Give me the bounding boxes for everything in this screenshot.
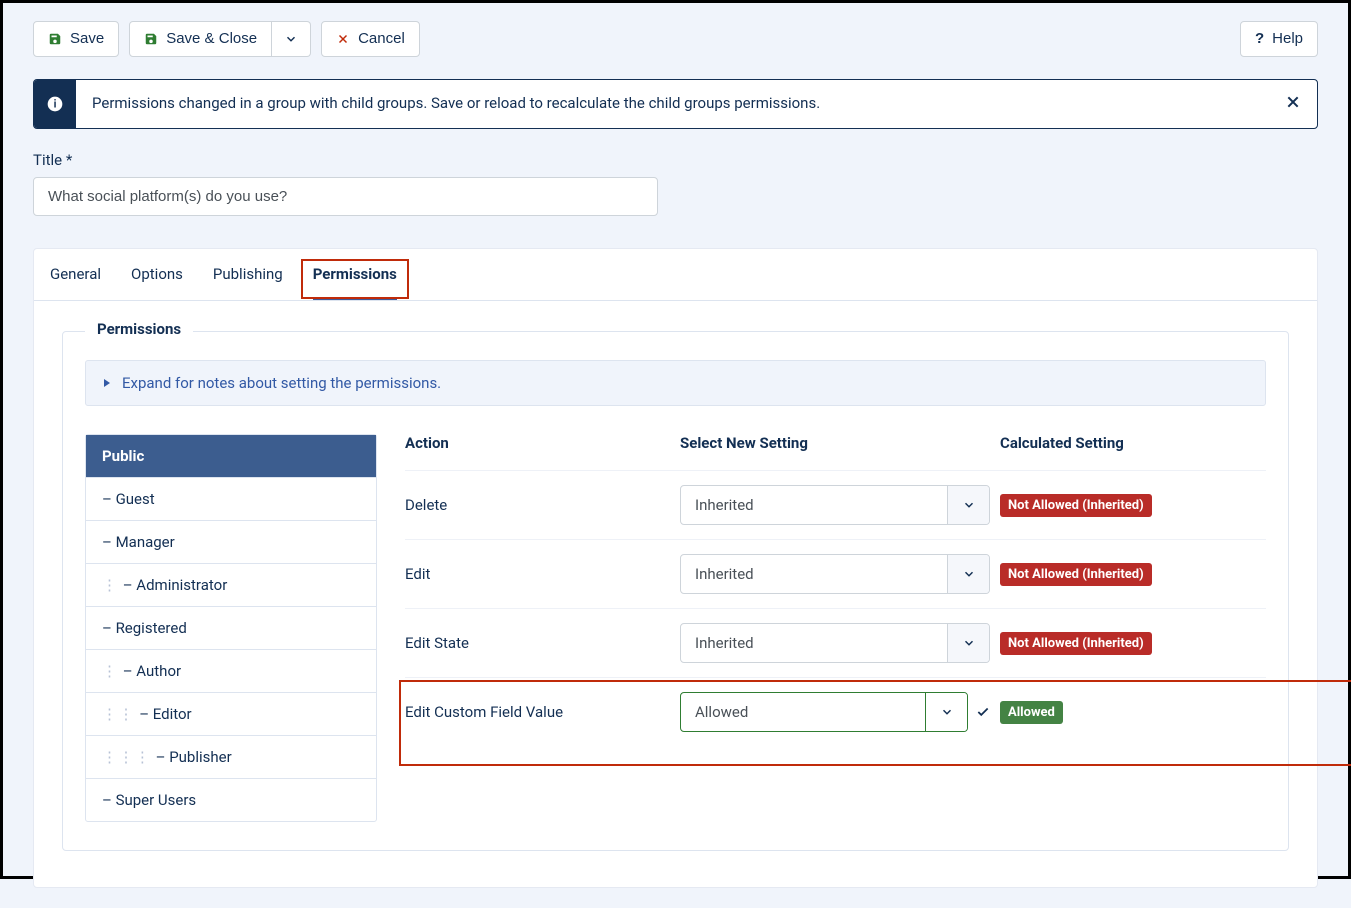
permissions-fieldset: Permissions Expand for notes about setti… bbox=[62, 331, 1289, 851]
col-action: Action bbox=[405, 434, 670, 452]
group-item-administrator[interactable]: ⋮ – Administrator bbox=[86, 563, 376, 606]
group-item-publisher[interactable]: ⋮ ⋮ ⋮ – Publisher bbox=[86, 735, 376, 778]
perm-row-delete: Delete Inherited Not Allowed (Inherited) bbox=[405, 471, 1266, 540]
group-item-super-users[interactable]: – Super Users bbox=[86, 778, 376, 821]
setting-select-edit-state[interactable]: Inherited bbox=[680, 623, 990, 663]
toolbar: Save Save & Close Cancel ? Help bbox=[33, 21, 1318, 57]
alert-text: Permissions changed in a group with chil… bbox=[76, 80, 1269, 128]
perm-row-edit-state: Edit State Inherited Not Allowed (Inheri… bbox=[405, 609, 1266, 678]
setting-select-edit[interactable]: Inherited bbox=[680, 554, 990, 594]
help-icon: ? bbox=[1255, 30, 1264, 48]
perm-row-edit-custom-field-value: Edit Custom Field Value Allowed bbox=[405, 678, 1266, 746]
col-select: Select New Setting bbox=[680, 434, 990, 452]
save-close-dropdown[interactable] bbox=[272, 21, 311, 57]
action-label: Edit State bbox=[405, 634, 670, 652]
group-item-manager[interactable]: – Manager bbox=[86, 520, 376, 563]
close-icon bbox=[336, 32, 350, 46]
save-close-group: Save & Close bbox=[129, 21, 311, 57]
tab-options[interactable]: Options bbox=[131, 249, 183, 300]
help-label: Help bbox=[1272, 30, 1303, 48]
chevron-down-icon bbox=[947, 486, 989, 524]
fieldset-legend: Permissions bbox=[85, 320, 193, 338]
tree-indent-icon: ⋮ ⋮ ⋮ bbox=[102, 748, 148, 766]
calc-badge: Allowed bbox=[1000, 701, 1063, 724]
triangle-right-icon bbox=[102, 378, 112, 388]
tab-general[interactable]: General bbox=[50, 249, 101, 300]
expand-notes-button[interactable]: Expand for notes about setting the permi… bbox=[85, 360, 1266, 406]
tree-indent-icon: ⋮ ⋮ bbox=[102, 705, 131, 723]
cancel-label: Cancel bbox=[358, 30, 405, 48]
group-item-editor[interactable]: ⋮ ⋮ – Editor bbox=[86, 692, 376, 735]
alert-close-button[interactable] bbox=[1269, 80, 1317, 128]
group-item-registered[interactable]: – Registered bbox=[86, 606, 376, 649]
help-button[interactable]: ? Help bbox=[1240, 21, 1318, 57]
setting-select-edit-custom-field-value[interactable]: Allowed bbox=[680, 692, 968, 732]
save-close-label: Save & Close bbox=[166, 30, 257, 48]
editor-tabs: General Options Publishing Permissions bbox=[34, 249, 1317, 301]
save-button[interactable]: Save bbox=[33, 21, 119, 57]
chevron-down-icon bbox=[947, 624, 989, 662]
save-icon bbox=[48, 32, 62, 46]
close-icon bbox=[1285, 94, 1301, 110]
tree-indent-icon: ⋮ bbox=[102, 662, 115, 680]
col-calc: Calculated Setting bbox=[1000, 434, 1266, 452]
group-list: Public – Guest – Manager ⋮ – Administrat… bbox=[85, 434, 377, 822]
expand-notes-label: Expand for notes about setting the permi… bbox=[122, 374, 441, 392]
save-icon bbox=[144, 32, 158, 46]
group-item-guest[interactable]: – Guest bbox=[86, 477, 376, 520]
info-alert: i Permissions changed in a group with ch… bbox=[33, 79, 1318, 129]
perm-row-edit: Edit Inherited Not Allowed (Inherited) bbox=[405, 540, 1266, 609]
chevron-down-icon bbox=[284, 32, 298, 46]
cancel-button[interactable]: Cancel bbox=[321, 21, 420, 57]
permissions-table: Action Select New Setting Calculated Set… bbox=[405, 434, 1266, 746]
group-item-author[interactable]: ⋮ – Author bbox=[86, 649, 376, 692]
tree-indent-icon: ⋮ bbox=[102, 576, 115, 594]
tab-permissions[interactable]: Permissions bbox=[313, 249, 397, 300]
save-label: Save bbox=[70, 30, 104, 48]
save-close-button[interactable]: Save & Close bbox=[129, 21, 272, 57]
info-icon: i bbox=[34, 80, 76, 128]
calc-badge: Not Allowed (Inherited) bbox=[1000, 494, 1152, 517]
svg-text:i: i bbox=[54, 97, 57, 110]
chevron-down-icon bbox=[947, 555, 989, 593]
action-label: Edit Custom Field Value bbox=[405, 703, 670, 721]
calc-badge: Not Allowed (Inherited) bbox=[1000, 563, 1152, 586]
setting-select-delete[interactable]: Inherited bbox=[680, 485, 990, 525]
tab-publishing[interactable]: Publishing bbox=[213, 249, 283, 300]
check-icon bbox=[976, 705, 990, 719]
action-label: Delete bbox=[405, 496, 670, 514]
group-item-public[interactable]: Public bbox=[86, 435, 376, 477]
title-label: Title * bbox=[33, 151, 1318, 169]
tab-permissions-label: Permissions bbox=[313, 265, 397, 283]
title-input[interactable] bbox=[33, 177, 658, 216]
chevron-down-icon bbox=[925, 693, 967, 731]
calc-badge: Not Allowed (Inherited) bbox=[1000, 632, 1152, 655]
action-label: Edit bbox=[405, 565, 670, 583]
